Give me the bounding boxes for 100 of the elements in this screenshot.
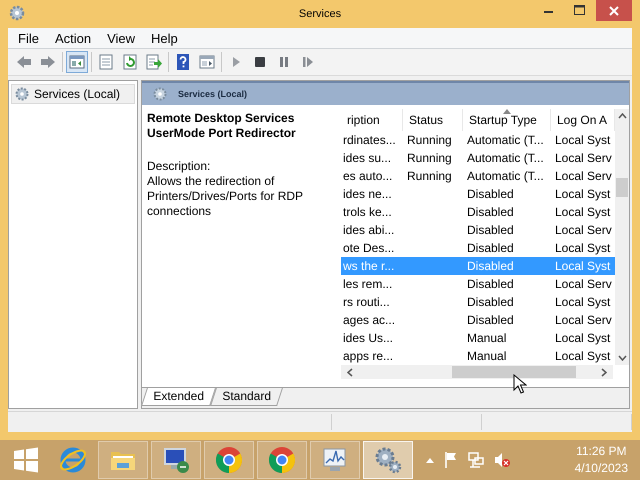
scroll-thumb[interactable]: [452, 366, 576, 378]
table-cell-text: Running: [406, 150, 453, 167]
menu-item[interactable]: File: [10, 30, 47, 46]
table-row[interactable]: ides Us... Manual Local Syst: [341, 329, 615, 347]
table-cell-text: Local Serv: [554, 168, 613, 185]
table-cell-text: ides ne...: [342, 186, 393, 203]
close-button[interactable]: [596, 0, 632, 21]
chrome-icon: [267, 445, 297, 475]
description-label: Description:: [147, 159, 212, 174]
table-cell-text: Disabled: [466, 204, 515, 221]
table-cell-text: Disabled: [466, 240, 515, 257]
table-row[interactable]: rs routi... Disabled Local Syst: [341, 293, 615, 311]
table-row[interactable]: es auto... Running Automatic (T... Local Serv: [341, 167, 615, 185]
table-cell-text: Disabled: [466, 294, 515, 311]
table-cell-text: apps re...: [342, 348, 394, 365]
table-cell-text: ides su...: [342, 150, 392, 167]
gears-icon: [373, 445, 403, 475]
help-icon: [174, 53, 192, 71]
table-cell-text: Automatic (T...: [466, 150, 545, 167]
table-cell-text: Disabled: [466, 258, 515, 275]
table-cell-text: Disabled: [466, 276, 515, 293]
column-header[interactable]: Status: [403, 109, 463, 131]
table-cell-text: Local Syst: [554, 240, 612, 257]
remote-desktop-taskbar-button[interactable]: [151, 441, 201, 479]
table-cell-text: Local Syst: [554, 294, 612, 311]
chrome-icon: [214, 445, 244, 475]
flag-icon[interactable]: [443, 451, 459, 469]
vertical-scrollbar[interactable]: [615, 109, 629, 365]
column-header[interactable]: ription: [341, 109, 403, 131]
pane-title: Services (Local): [178, 89, 248, 99]
table-cell-text: Manual: [466, 348, 508, 365]
table-row[interactable]: trols ke... Disabled Local Syst: [341, 203, 615, 221]
table-row[interactable]: les rem... Disabled Local Serv: [341, 275, 615, 293]
table-row[interactable]: ote Des... Disabled Local Syst: [341, 239, 615, 257]
forward-arrow-icon: [39, 53, 57, 71]
back-arrow-icon: [15, 53, 33, 71]
table-row[interactable]: ages ac... Disabled Local Serv: [341, 311, 615, 329]
browser-icon: [58, 445, 88, 475]
view-tab[interactable]: Standard: [210, 388, 282, 406]
table-cell-text: Disabled: [466, 186, 515, 203]
scroll-right-icon: [601, 368, 607, 376]
table-cell-text: Running: [406, 132, 453, 149]
table-row[interactable]: ides su... Running Automatic (T... Local Serv: [341, 149, 615, 167]
table-cell-text: Local Serv: [554, 150, 613, 167]
table-cell-text: Disabled: [466, 222, 515, 239]
window-title: Services: [298, 8, 342, 20]
scroll-thumb[interactable]: [616, 178, 628, 196]
table-cell-text: Local Syst: [554, 330, 612, 347]
chrome-taskbar-button[interactable]: [257, 441, 307, 479]
table-cell-text: ote Des...: [342, 240, 396, 257]
table-cell-text: trols ke...: [342, 204, 393, 221]
column-header[interactable]: Startup Type: [463, 109, 551, 131]
gear-icon: [14, 86, 30, 102]
scroll-down-icon: [618, 355, 626, 361]
file-explorer-taskbar-button[interactable]: [98, 441, 148, 479]
close-icon: [609, 6, 619, 16]
show-hidden-icons-icon[interactable]: [425, 456, 435, 464]
menu-item[interactable]: Action: [46, 30, 100, 46]
menu-item[interactable]: Help: [143, 30, 186, 46]
menu-item[interactable]: View: [99, 30, 144, 46]
mouse-cursor-icon: [513, 374, 527, 394]
maximize-icon: [574, 5, 584, 15]
refresh-icon: [121, 53, 139, 71]
table-row[interactable]: apps re... Manual Local Syst: [341, 347, 615, 365]
table-cell-text: Local Syst: [554, 132, 612, 149]
scroll-up-icon: [618, 113, 626, 119]
table-cell-text: Local Syst: [554, 204, 612, 221]
table-cell-text: ages ac...: [342, 312, 396, 329]
windows-logo-icon: [11, 445, 41, 475]
window-panes-icon: [198, 53, 216, 71]
gear-icon: [152, 86, 168, 102]
services-taskbar-button[interactable]: [363, 441, 413, 479]
table-cell-text: Manual: [466, 330, 508, 347]
table-cell-text: Disabled: [466, 312, 515, 329]
table-cell-text: Local Serv: [554, 312, 613, 329]
tree-item[interactable]: Services (Local): [11, 84, 135, 104]
table-row[interactable]: rdinates... Running Automatic (T... Local Syst: [341, 131, 615, 149]
horizontal-scrollbar[interactable]: [341, 365, 613, 379]
network-icon[interactable]: [467, 451, 485, 469]
table-cell-text: rdinates...: [342, 132, 397, 149]
table-cell-text: es auto...: [342, 168, 394, 185]
view-tab[interactable]: Extended: [141, 388, 216, 406]
monitor-taskbar-button[interactable]: [310, 441, 360, 479]
gear-icon: [8, 4, 26, 22]
speaker-muted-icon[interactable]: [493, 451, 511, 469]
scroll-left-icon: [347, 368, 353, 376]
table-row[interactable]: ides abi... Disabled Local Serv: [341, 221, 615, 239]
table-cell-text: ides abi...: [342, 222, 396, 239]
table-cell-text: Local Serv: [554, 222, 613, 239]
table-row[interactable]: ides ne... Disabled Local Syst: [341, 185, 615, 203]
show-tree-button[interactable]: [66, 51, 88, 73]
remote-desktop-icon: [161, 445, 191, 475]
table-cell-text: ides Us...: [342, 330, 394, 347]
table-cell-text: rs routi...: [342, 294, 391, 311]
service-name: Remote Desktop Services UserMode Port Redirector: [147, 111, 297, 141]
table-cell-text: Running: [406, 168, 453, 185]
document-icon: [97, 53, 115, 71]
table-cell-text: ws the r...: [342, 258, 396, 275]
table-cell-text: Automatic (T...: [466, 168, 545, 185]
chrome-taskbar-button[interactable]: [204, 441, 254, 479]
